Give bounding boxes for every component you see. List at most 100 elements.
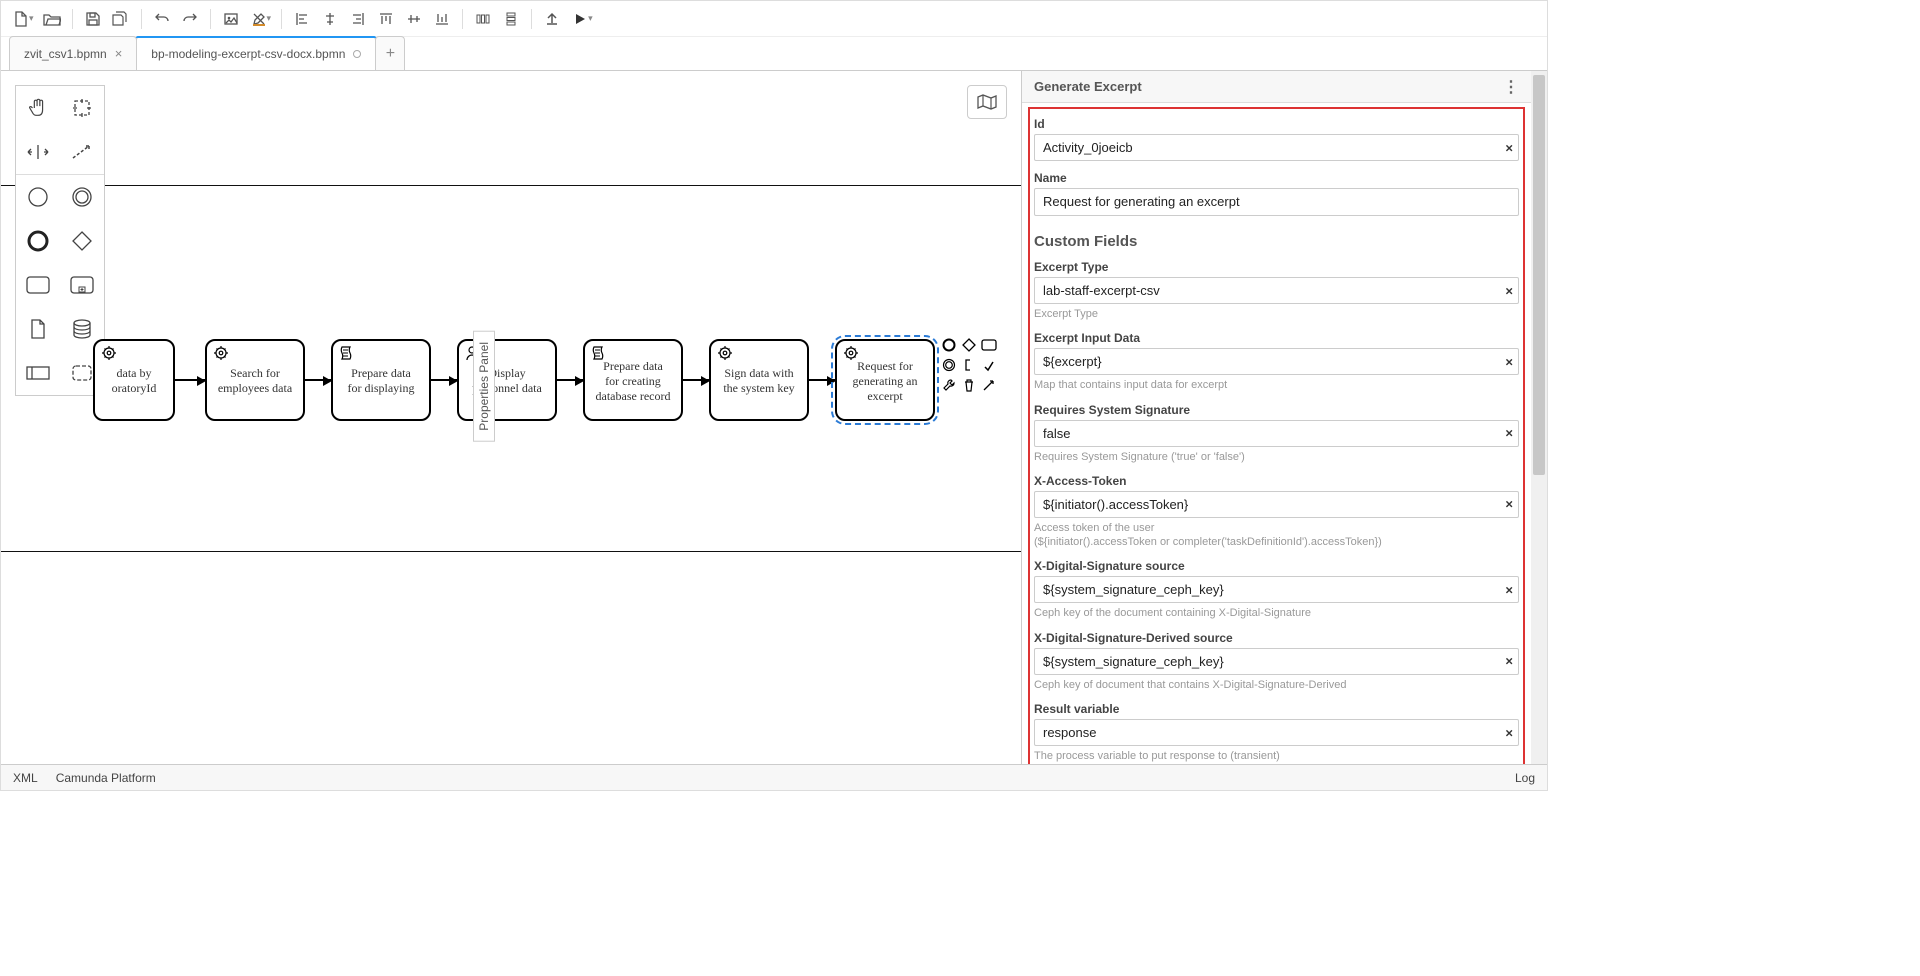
bpmn-task[interactable]: Prepare data for creating database recor…	[583, 339, 683, 421]
align-center-h-button[interactable]	[316, 5, 344, 33]
bpmn-task[interactable]: Sign data with the system key	[709, 339, 809, 421]
bpmn-task-selected[interactable]: Request for generating an excerpt	[835, 339, 935, 421]
script-task-icon	[591, 345, 605, 361]
align-left-button[interactable]	[288, 5, 316, 33]
field-input[interactable]	[1034, 277, 1519, 304]
clear-icon[interactable]: ×	[1505, 582, 1513, 597]
field-label: X-Access-Token	[1034, 474, 1519, 488]
clear-icon[interactable]: ×	[1505, 140, 1513, 155]
connect-icon[interactable]	[981, 377, 997, 393]
color-dropdown[interactable]: ▾	[267, 13, 276, 24]
scrollbar[interactable]	[1531, 71, 1547, 764]
section-title: Custom Fields	[1034, 233, 1519, 250]
field-label: Requires System Signature	[1034, 403, 1519, 417]
properties-panel-label: Properties Panel	[477, 342, 491, 431]
space-tool[interactable]	[16, 130, 60, 174]
log-tab[interactable]: Log	[1515, 771, 1535, 785]
clear-icon[interactable]: ×	[1505, 497, 1513, 512]
sequence-flow[interactable]	[305, 379, 331, 381]
scrollbar-thumb[interactable]	[1533, 75, 1545, 475]
open-file-button[interactable]	[38, 5, 66, 33]
clear-icon[interactable]: ×	[1505, 654, 1513, 669]
diagram-canvas[interactable]: data by oratoryId Search for employees d…	[1, 71, 1021, 764]
field-label: Id	[1034, 117, 1519, 131]
bpmn-task[interactable]: Display personnel data	[457, 339, 557, 421]
distribute-v-button[interactable]	[497, 5, 525, 33]
sequence-flow[interactable]	[431, 379, 457, 381]
sequence-flow[interactable]	[557, 379, 583, 381]
platform-tab[interactable]: Camunda Platform	[56, 771, 156, 785]
delete-icon[interactable]	[961, 377, 977, 393]
service-task-icon	[101, 345, 117, 361]
field-input[interactable]	[1034, 491, 1519, 518]
pool-tool[interactable]	[16, 351, 60, 395]
task-label: data by oratoryId	[112, 366, 157, 396]
annotation[interactable]	[961, 357, 977, 373]
append-task[interactable]	[981, 337, 997, 353]
bpmn-task[interactable]: data by oratoryId	[93, 339, 175, 421]
task-label: Prepare data for creating database recor…	[596, 359, 671, 404]
properties-panel: Generate Excerpt ⋮ Id × Name Custom Fiel…	[1021, 71, 1547, 764]
undo-button[interactable]	[148, 5, 176, 33]
align-center-v-button[interactable]	[400, 5, 428, 33]
xml-tab[interactable]: XML	[13, 771, 38, 785]
task-tool[interactable]	[16, 263, 60, 307]
id-input[interactable]	[1034, 134, 1519, 161]
field-input[interactable]	[1034, 648, 1519, 675]
new-file-dropdown[interactable]: ▾	[29, 13, 38, 24]
gateway-tool[interactable]	[60, 219, 104, 263]
field-input[interactable]	[1034, 420, 1519, 447]
align-right-button[interactable]	[344, 5, 372, 33]
field-input[interactable]	[1034, 719, 1519, 746]
close-icon[interactable]: ×	[115, 46, 123, 61]
redo-button[interactable]	[176, 5, 204, 33]
start-event-tool[interactable]	[16, 175, 60, 219]
properties-panel-toggle[interactable]: Properties Panel	[473, 331, 495, 442]
align-bottom-button[interactable]	[428, 5, 456, 33]
append-end-event[interactable]	[941, 337, 957, 353]
bpmn-task[interactable]: Search for employees data	[205, 339, 305, 421]
tab-label: zvit_csv1.bpmn	[24, 47, 107, 61]
tab-file-1[interactable]: zvit_csv1.bpmn ×	[9, 36, 137, 70]
intermediate-event-tool[interactable]	[60, 175, 104, 219]
subprocess-tool[interactable]	[60, 263, 104, 307]
sequence-flow[interactable]	[175, 379, 205, 381]
sequence-flow[interactable]	[809, 379, 835, 381]
field-label: Result variable	[1034, 702, 1519, 716]
align-top-button[interactable]	[372, 5, 400, 33]
wrench-icon[interactable]	[941, 377, 957, 393]
field-label: Excerpt Type	[1034, 260, 1519, 274]
field-input[interactable]	[1034, 576, 1519, 603]
deploy-button[interactable]	[538, 5, 566, 33]
run-dropdown[interactable]: ▾	[588, 13, 597, 24]
save-button[interactable]	[79, 5, 107, 33]
change-type[interactable]	[981, 357, 997, 373]
name-input[interactable]	[1034, 188, 1519, 216]
distribute-h-button[interactable]	[469, 5, 497, 33]
image-button[interactable]	[217, 5, 245, 33]
clear-icon[interactable]: ×	[1505, 725, 1513, 740]
save-all-button[interactable]	[107, 5, 135, 33]
kebab-menu-icon[interactable]: ⋮	[1503, 77, 1519, 97]
field-label: Excerpt Input Data	[1034, 331, 1519, 345]
hand-tool[interactable]	[16, 86, 60, 130]
sequence-flow[interactable]	[683, 379, 709, 381]
data-object-tool[interactable]	[16, 307, 60, 351]
tab-add-button[interactable]: +	[375, 36, 405, 70]
task-label: Request for generating an excerpt	[853, 359, 918, 404]
context-pad	[941, 337, 1001, 393]
clear-icon[interactable]: ×	[1505, 354, 1513, 369]
append-intermediate-event[interactable]	[941, 357, 957, 373]
append-gateway[interactable]	[961, 337, 977, 353]
tab-file-2[interactable]: bp-modeling-excerpt-csv-docx.bpmn	[136, 36, 376, 70]
field-input[interactable]	[1034, 348, 1519, 375]
minimap-toggle[interactable]	[967, 85, 1007, 119]
bpmn-task[interactable]: Prepare data for displaying	[331, 339, 431, 421]
lasso-tool[interactable]	[60, 86, 104, 130]
end-event-tool[interactable]	[16, 219, 60, 263]
field-hint: Excerpt Type	[1034, 307, 1519, 321]
clear-icon[interactable]: ×	[1505, 283, 1513, 298]
clear-icon[interactable]: ×	[1505, 426, 1513, 441]
connect-tool[interactable]	[60, 130, 104, 174]
element-palette	[15, 85, 105, 396]
